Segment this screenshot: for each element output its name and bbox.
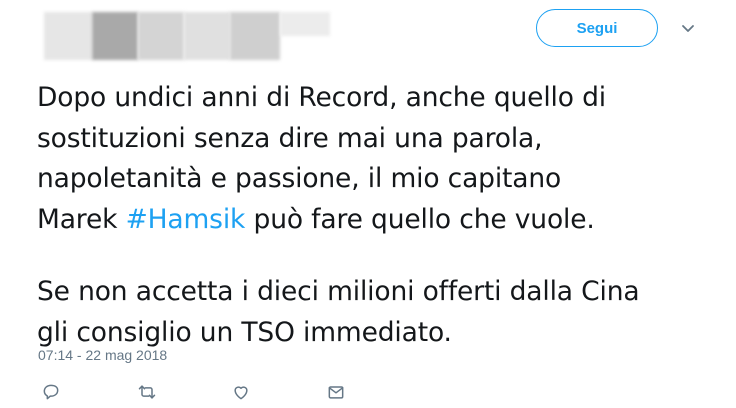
hashtag-link[interactable]: #Hamsik <box>126 204 246 235</box>
redacted-user-header <box>44 12 330 60</box>
direct-message-button[interactable] <box>323 380 349 404</box>
follow-button[interactable]: Segui <box>536 9 658 47</box>
redacted-name-block <box>184 12 230 60</box>
reply-icon <box>43 384 59 400</box>
tweet-line: Se non accetta i dieci milioni offerti d… <box>37 276 640 307</box>
retweet-button[interactable] <box>134 380 160 404</box>
chevron-down-icon[interactable] <box>678 18 698 38</box>
reply-button[interactable] <box>38 380 64 404</box>
redacted-name-block <box>138 12 184 60</box>
tweet-line: Dopo undici anni di Record, anche quello… <box>37 82 606 113</box>
tweet-line: sostituzioni senza dire mai una parola, <box>37 122 543 154</box>
retweet-icon <box>138 385 156 399</box>
tweet-line: Marek #Hamsik può fare quello che vuole. <box>37 200 717 241</box>
tweet-timestamp[interactable]: 07:14 - 22 mag 2018 <box>38 347 167 363</box>
like-button[interactable] <box>228 380 254 404</box>
tweet-line-text: Marek <box>37 203 126 235</box>
tweet-line-text: può fare quello che vuole. <box>245 203 595 235</box>
message-icon <box>328 386 344 399</box>
redacted-name-block <box>92 12 138 60</box>
redacted-name-block <box>280 12 330 36</box>
tweet-actions <box>36 380 366 404</box>
tweet-text: Dopo undici anni di Record, anche quello… <box>37 78 717 353</box>
like-icon <box>234 386 248 400</box>
redacted-avatar <box>44 12 92 60</box>
tweet-line: napoletanità e passione, il mio capitano <box>37 163 562 194</box>
redacted-name-block <box>230 12 280 60</box>
